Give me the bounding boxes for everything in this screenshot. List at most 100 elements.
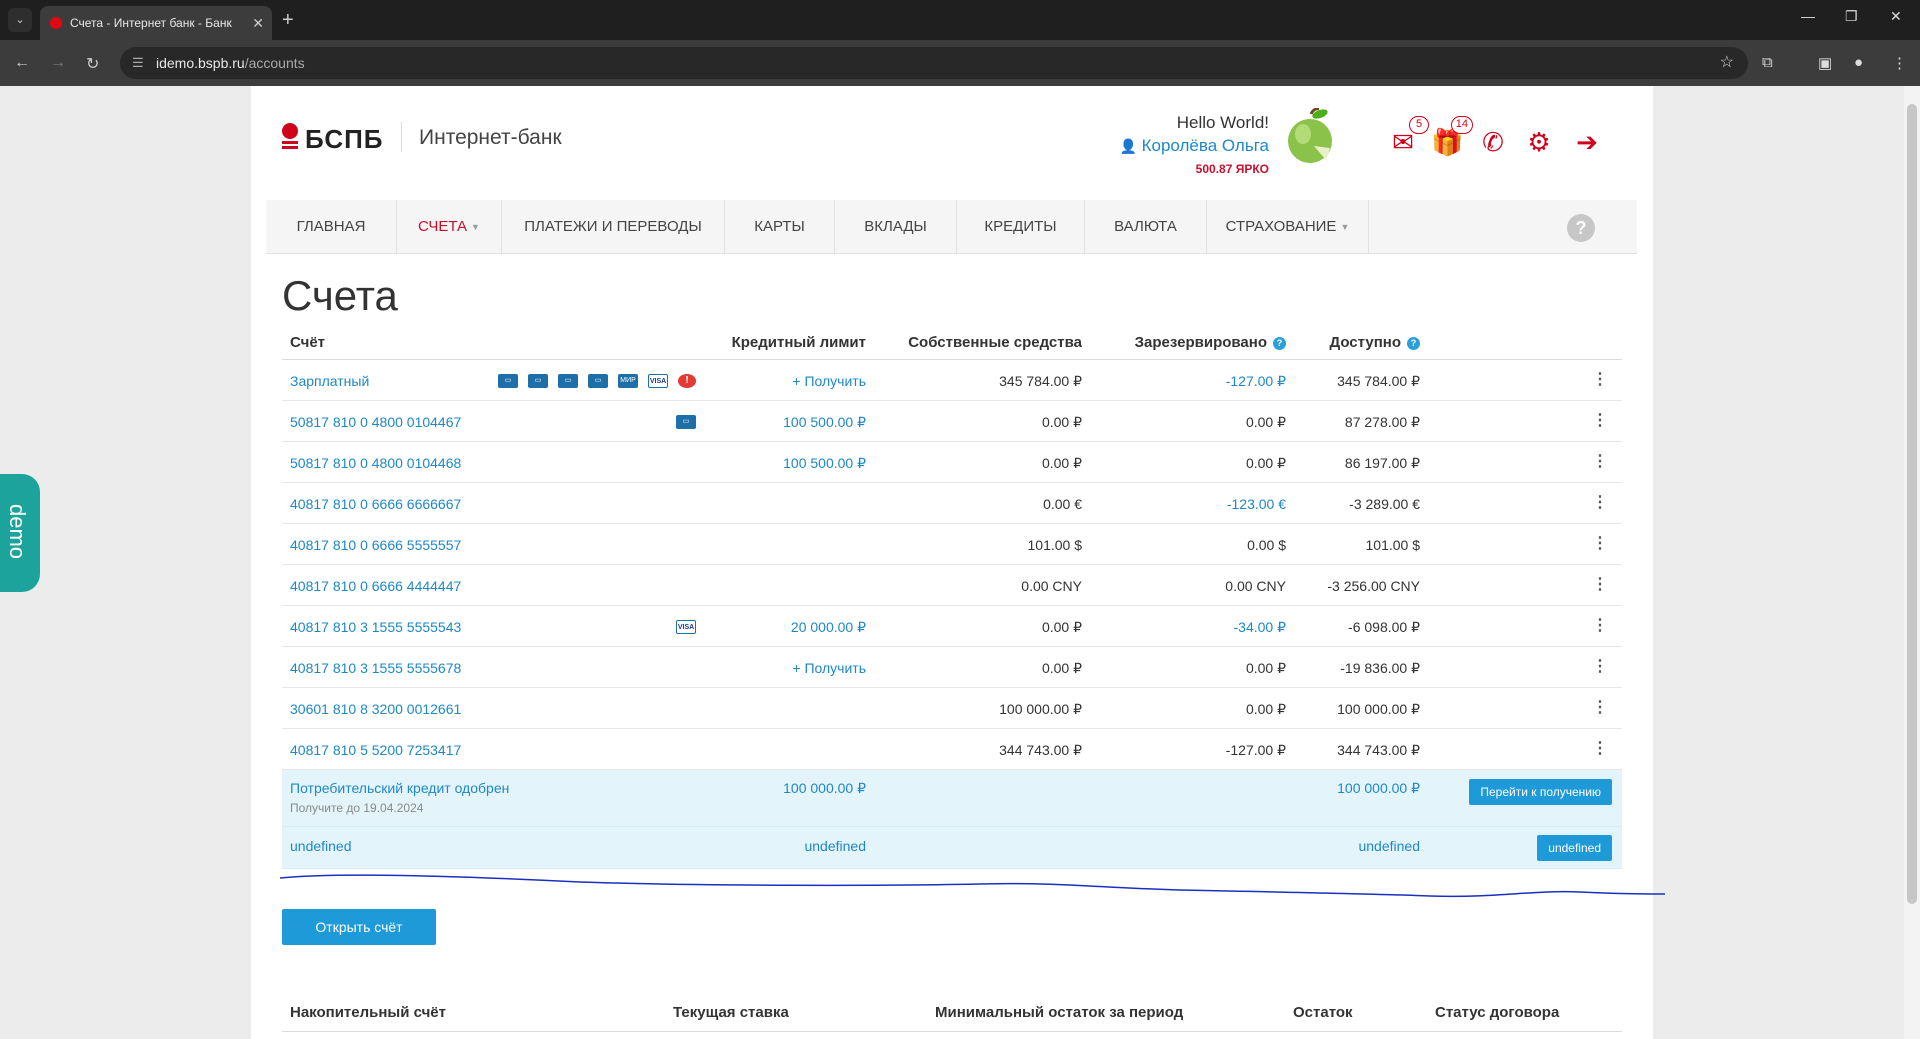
accounts-table: Счёт Кредитный лимит Собственные средств… (282, 324, 1622, 869)
get-credit-button[interactable]: Перейти к получению (1469, 779, 1612, 805)
mir-card-icon[interactable]: МИР (618, 374, 638, 389)
reserved-amount: 0.00 ₽ (1245, 660, 1286, 676)
credit-limit-link[interactable]: 20 000.00 ₽ (791, 619, 866, 636)
browser-tab-active[interactable]: Счета - Интернет банк - Банк ✕ (40, 6, 272, 40)
reserved-link[interactable]: -123.00 € (1227, 496, 1286, 512)
reserved-link[interactable]: -127.00 ₽ (1226, 373, 1286, 390)
more-vertical-icon[interactable]: ⋮ (1592, 411, 1608, 431)
more-vertical-icon[interactable]: ⋮ (1592, 534, 1608, 554)
window-close-icon[interactable]: ✕ (1890, 8, 1902, 25)
site-info-icon[interactable]: ☰ (132, 47, 144, 79)
offer-title-link[interactable]: Потребительский кредит одобрен (290, 780, 509, 796)
table-row: 50817 810 0 4800 0104468 100 500.00 ₽ 0.… (282, 442, 1622, 483)
forward-icon[interactable]: → (50, 54, 66, 72)
accounts-table-header: Счёт Кредитный лимит Собственные средств… (282, 324, 1622, 360)
back-icon[interactable]: ← (14, 54, 30, 72)
extensions-icon[interactable]: ⧉ (1762, 54, 1773, 71)
profile-icon[interactable]: ● (1854, 54, 1863, 71)
nav-item-currency[interactable]: ВАЛЮТА (1085, 200, 1207, 254)
reserved-amount: 0.00 ₽ (1245, 414, 1286, 430)
account-link[interactable]: 40817 810 0 6666 5555557 (290, 537, 461, 553)
user-name-link[interactable]: 👤 Королёва Ольга (1119, 136, 1269, 156)
page-scrollbar[interactable] (1904, 86, 1920, 1039)
person-icon: 👤 (1119, 138, 1137, 154)
nav-item-main[interactable]: ГЛАВНАЯ (266, 200, 397, 254)
settings-gear-icon[interactable]: ⚙ (1523, 126, 1555, 158)
more-vertical-icon[interactable]: ⋮ (1592, 493, 1608, 513)
question-icon[interactable]: ? (1407, 337, 1420, 350)
card-icon[interactable]: ▭ (558, 374, 578, 389)
bank-label: Интернет-банк (419, 126, 562, 149)
tab-list-button[interactable]: ⌄ (8, 8, 32, 32)
open-account-button[interactable]: Открыть счёт (282, 909, 436, 945)
more-vertical-icon[interactable]: ⋮ (1592, 698, 1608, 718)
phone-icon[interactable]: ✆ (1477, 126, 1509, 158)
more-vertical-icon[interactable]: ⋮ (1592, 370, 1608, 390)
restore-icon[interactable]: ❐ (1845, 8, 1858, 25)
offer-title-link[interactable]: undefined (290, 838, 352, 854)
loyalty-points[interactable]: 500.87 ЯРКО (1119, 162, 1269, 176)
own-funds: 0.00 ₽ (1041, 660, 1082, 676)
minimize-icon[interactable]: — (1801, 8, 1815, 24)
nav-item-accounts[interactable]: СЧЕТА ▼ (397, 200, 502, 254)
account-link[interactable]: 40817 810 3 1555 5555543 (290, 619, 461, 635)
logout-icon[interactable]: ➔ (1571, 126, 1603, 158)
account-link[interactable]: 40817 810 0 6666 6666667 (290, 496, 461, 512)
nav-item-deposits[interactable]: ВКЛАДЫ (835, 200, 957, 254)
nav-item-insurance[interactable]: СТРАХОВАНИЕ ▼ (1207, 200, 1369, 254)
credit-limit-link[interactable]: + Получить (792, 373, 866, 389)
account-link[interactable]: 40817 810 3 1555 5555678 (290, 660, 461, 676)
card-icon[interactable]: ▭ (588, 374, 608, 389)
address-bar[interactable]: ☰ idemo.bspb.ru/accounts ☆ (120, 47, 1748, 79)
bookmark-star-icon[interactable]: ☆ (1720, 47, 1734, 79)
table-row: 40817 810 3 1555 5555543 VISA 20 000.00 … (282, 606, 1622, 647)
more-vertical-icon[interactable]: ⋮ (1592, 452, 1608, 472)
gift-icon[interactable]: 🎁 14 (1431, 116, 1473, 158)
account-link[interactable]: 40817 810 5 5200 7253417 (290, 742, 461, 758)
account-link[interactable]: 30601 810 8 3200 0012661 (290, 701, 461, 717)
more-vertical-icon[interactable]: ⋮ (1592, 616, 1608, 636)
demo-side-tab[interactable]: demo (0, 474, 40, 592)
more-vertical-icon[interactable]: ⋮ (1592, 657, 1608, 677)
credit-limit-link[interactable]: 100 500.00 ₽ (783, 455, 866, 472)
question-icon[interactable]: ? (1273, 337, 1286, 350)
card-icon[interactable]: ▭ (498, 374, 518, 389)
nav-item-payments[interactable]: ПЛАТЕЖИ И ПЕРЕВОДЫ (502, 200, 725, 254)
tab-close-icon[interactable]: ✕ (252, 6, 264, 40)
visa-card-icon[interactable]: VISA (648, 374, 668, 389)
help-icon[interactable]: ? (1567, 214, 1595, 242)
col-available: Доступно? (1329, 334, 1420, 351)
scrollbar-thumb[interactable] (1907, 104, 1917, 904)
apple-avatar-icon[interactable] (1284, 108, 1338, 166)
table-row: 40817 810 0 6666 6666667 0.00 € -123.00 … (282, 483, 1622, 524)
undefined-button[interactable]: undefined (1537, 835, 1612, 861)
user-name: Королёва Ольга (1141, 136, 1269, 155)
credit-limit-link[interactable]: + Получить (792, 660, 866, 676)
account-link[interactable]: 40817 810 0 6666 4444447 (290, 578, 461, 594)
reserved-link[interactable]: -34.00 ₽ (1234, 619, 1287, 636)
account-link[interactable]: 50817 810 0 4800 0104468 (290, 455, 461, 471)
mail-icon[interactable]: ✉ 5 (1387, 116, 1429, 158)
nav-item-cards[interactable]: КАРТЫ (725, 200, 835, 254)
reload-icon[interactable]: ↻ (86, 54, 99, 74)
account-link[interactable]: Зарплатный (290, 373, 369, 389)
available-amount: 344 743.00 ₽ (1337, 742, 1420, 758)
visa-card-icon[interactable]: VISA (676, 620, 696, 635)
card-icon[interactable]: ▭ (528, 374, 548, 389)
nav-item-credits[interactable]: КРЕДИТЫ (957, 200, 1085, 254)
offer-subtitle: Получите до 19.04.2024 (290, 801, 424, 815)
account-link[interactable]: 50817 810 0 4800 0104467 (290, 414, 461, 430)
more-vertical-icon[interactable]: ⋮ (1592, 739, 1608, 759)
browser-tabbar: ⌄ Счета - Интернет банк - Банк ✕ + — ❐ ✕ (0, 0, 1920, 40)
side-panel-icon[interactable]: ▣ (1818, 54, 1832, 72)
new-tab-button[interactable]: + (282, 8, 294, 32)
offer-available: undefined (1358, 838, 1420, 854)
credit-limit-link[interactable]: 100 500.00 ₽ (783, 414, 866, 431)
table-row: 40817 810 3 1555 5555678 + Получить 0.00… (282, 647, 1622, 688)
card-icon[interactable]: ▭ (676, 415, 696, 430)
warning-icon[interactable]: ! (678, 374, 696, 389)
tab-title: Счета - Интернет банк - Банк (70, 16, 232, 30)
reserved-amount: -127.00 ₽ (1225, 742, 1286, 758)
chrome-menu-icon[interactable]: ⋮ (1892, 54, 1907, 72)
more-vertical-icon[interactable]: ⋮ (1592, 575, 1608, 595)
